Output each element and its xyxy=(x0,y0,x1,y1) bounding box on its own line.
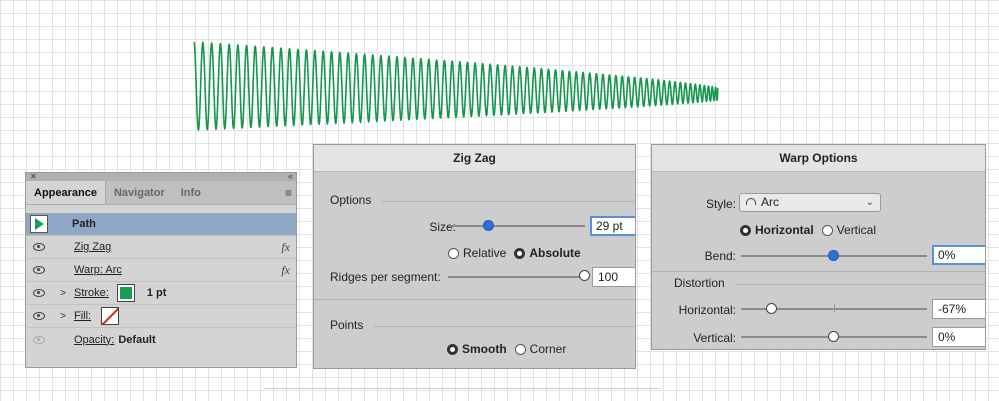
artboard-edge xyxy=(264,388,659,389)
fill-none-swatch[interactable] xyxy=(101,307,120,325)
divider xyxy=(736,284,985,285)
tab-navigator[interactable]: Navigator xyxy=(106,181,173,204)
zigzag-path-artwork[interactable] xyxy=(186,34,726,138)
warp-effect-link[interactable]: Warp: Arc xyxy=(74,264,122,276)
chevron-down-icon: ⌄ xyxy=(865,197,874,208)
panel-title-bar[interactable]: ✕ « xyxy=(26,171,296,181)
divider xyxy=(374,326,635,327)
size-label: Size: xyxy=(429,220,456,234)
points-section-label: Points xyxy=(330,318,364,332)
opacity-value: Default xyxy=(118,333,156,346)
dialog-title: Warp Options xyxy=(652,145,985,172)
bend-label: Bend: xyxy=(704,249,736,263)
path-thumbnail-icon xyxy=(30,215,48,233)
close-icon[interactable]: ✕ xyxy=(30,172,37,181)
stroke-color-swatch[interactable] xyxy=(116,284,135,302)
panel-menu-icon[interactable]: ≡ xyxy=(285,187,292,199)
arc-style-icon xyxy=(746,198,756,205)
divider xyxy=(314,299,635,300)
appearance-row-zigzag[interactable]: Zig Zag fx xyxy=(26,236,296,259)
size-slider-track[interactable] xyxy=(448,225,585,227)
horizontal-radio[interactable]: Horizontal xyxy=(740,223,814,237)
ridges-slider-knob[interactable] xyxy=(579,270,590,281)
vertical-distortion-label: Vertical: xyxy=(693,331,736,345)
bend-slider-knob[interactable] xyxy=(828,250,839,261)
warp-options-dialog: Warp Options Style: Arc ⌄ Horizontal Ver… xyxy=(651,144,986,350)
stroke-label-link[interactable]: Stroke: xyxy=(74,287,109,299)
appearance-row-path[interactable]: Path xyxy=(26,213,296,236)
orientation-group: Horizontal Vertical xyxy=(740,223,876,237)
appearance-rows: Path Zig Zag fx Warp: Arc fx > Stroke: 1… xyxy=(26,205,296,351)
relative-radio[interactable]: Relative xyxy=(448,246,506,260)
expand-chevron-icon[interactable]: > xyxy=(52,288,74,299)
ridges-label: Ridges per segment: xyxy=(330,270,441,284)
dialog-title: Zig Zag xyxy=(314,145,635,172)
horizontal-distortion-label: Horizontal: xyxy=(678,303,736,317)
fx-icon[interactable]: fx xyxy=(281,240,290,255)
appearance-row-warp[interactable]: Warp: Arc fx xyxy=(26,259,296,282)
ridges-input[interactable]: 100 xyxy=(592,267,635,287)
panel-tabs: Appearance Navigator Info ≡ xyxy=(26,181,296,205)
collapse-panel-icon[interactable]: « xyxy=(288,171,293,181)
opacity-label-link[interactable]: Opacity: xyxy=(74,334,114,346)
zigzag-effect-link[interactable]: Zig Zag xyxy=(74,241,111,253)
visibility-eye-icon[interactable] xyxy=(33,266,45,274)
appearance-row-fill[interactable]: > Fill: xyxy=(26,305,296,328)
size-slider-knob[interactable] xyxy=(483,220,495,231)
appearance-panel: ✕ « Appearance Navigator Info ≡ Path Zig… xyxy=(25,171,297,368)
visibility-eye-icon[interactable] xyxy=(33,243,45,251)
divider xyxy=(382,201,635,202)
stroke-weight-value: 1 pt xyxy=(146,287,167,299)
style-label: Style: xyxy=(705,197,736,211)
options-section-label: Options xyxy=(330,193,372,207)
appearance-row-stroke[interactable]: > Stroke: 1 pt xyxy=(26,282,296,305)
horizontal-slider-knob[interactable] xyxy=(765,303,777,314)
size-mode-group: Relative Absolute xyxy=(448,246,581,260)
vertical-radio[interactable]: Vertical xyxy=(821,223,876,237)
path-label: Path xyxy=(72,218,96,230)
horizontal-distortion-input[interactable]: -67% xyxy=(932,299,985,319)
tab-info[interactable]: Info xyxy=(173,181,209,204)
appearance-row-opacity[interactable]: Opacity: Default xyxy=(26,328,296,351)
corner-radio[interactable]: Corner xyxy=(514,342,566,356)
divider xyxy=(652,271,985,272)
smooth-radio[interactable]: Smooth xyxy=(447,342,507,356)
fill-label-link[interactable]: Fill: xyxy=(74,310,91,322)
vertical-distortion-input[interactable]: 0% xyxy=(932,327,985,347)
tab-appearance[interactable]: Appearance xyxy=(26,181,106,204)
expand-chevron-icon[interactable]: > xyxy=(52,311,74,322)
ridges-slider-track[interactable] xyxy=(448,276,585,278)
stroke-path[interactable] xyxy=(193,40,719,132)
bend-input[interactable]: 0% xyxy=(932,245,985,265)
size-input[interactable]: 29 pt xyxy=(590,216,635,236)
visibility-eye-icon[interactable] xyxy=(33,289,45,297)
absolute-radio[interactable]: Absolute xyxy=(514,246,581,260)
points-group: Smooth Corner xyxy=(447,342,566,356)
zigzag-dialog: Zig Zag Options Size: 29 pt Relative Abs… xyxy=(313,144,636,369)
style-select[interactable]: Arc ⌄ xyxy=(739,193,881,212)
fx-icon[interactable]: fx xyxy=(281,263,290,278)
visibility-eye-icon xyxy=(33,335,45,344)
distortion-section-label: Distortion xyxy=(674,276,725,290)
visibility-eye-icon[interactable] xyxy=(33,312,45,320)
slider-center-tick xyxy=(834,304,835,312)
vertical-slider-knob[interactable] xyxy=(828,331,839,342)
